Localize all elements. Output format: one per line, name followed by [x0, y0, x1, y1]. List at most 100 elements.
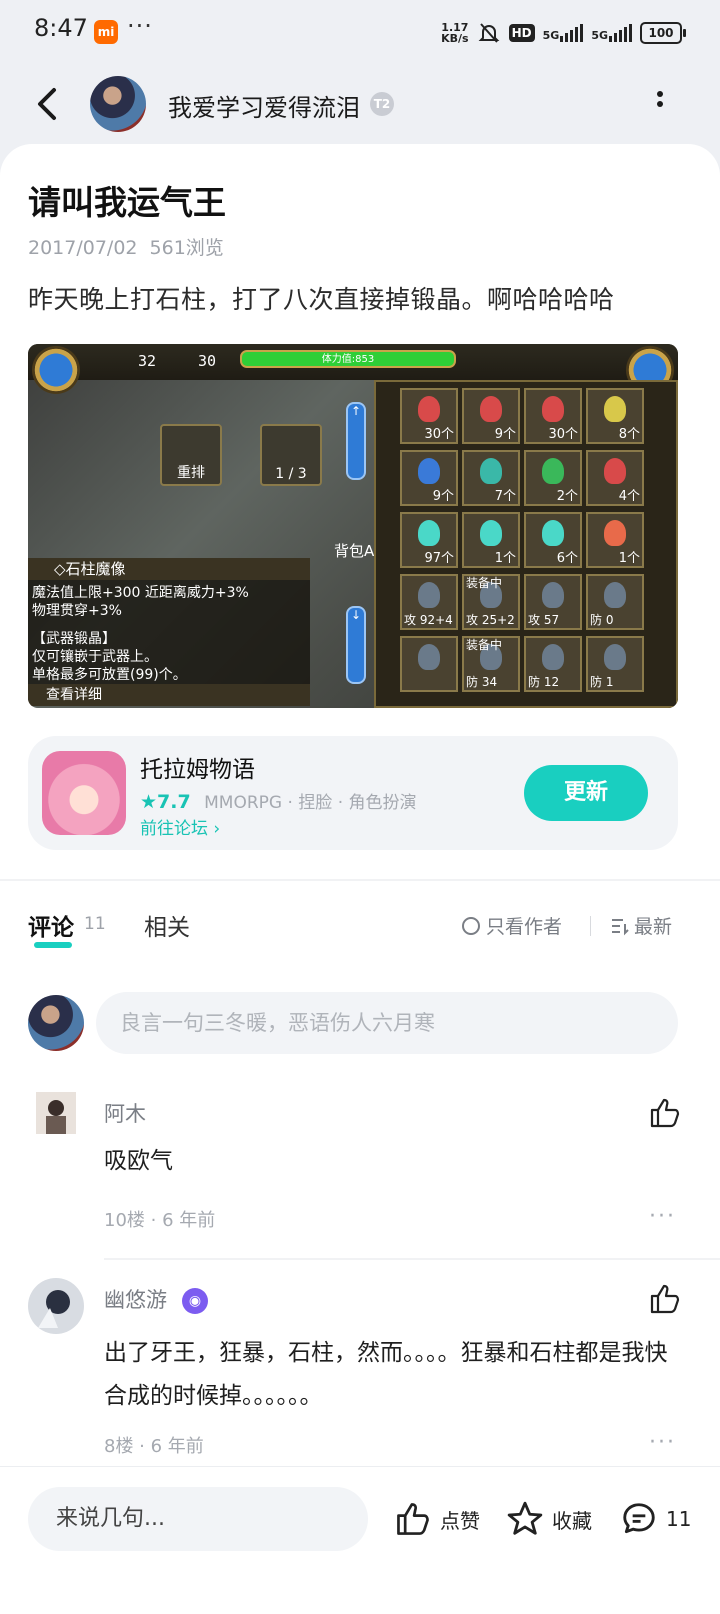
game-page-button: 1 / 3 [260, 424, 322, 486]
chevron-right-icon: › [213, 819, 221, 839]
slot-count: 1个 [618, 551, 640, 566]
slot-stat: 防 1 [590, 675, 614, 689]
status-bar: 8:47 mi ··· 1.17 KB/s HD 5G 5G 100 [0, 0, 720, 64]
game-tags: MMORPG · 捏脸 · 角色扮演 [204, 793, 417, 813]
forum-link[interactable]: 前往论坛 › [140, 814, 220, 839]
reply-input[interactable]: 来说几句... [28, 1487, 368, 1551]
tab-comments[interactable]: 评论 [28, 908, 74, 942]
signal-5g-2: 5G [591, 24, 632, 42]
equipment-icon [542, 582, 564, 608]
more-vertical-icon[interactable] [650, 86, 670, 122]
commenter-name[interactable]: 阿木 [104, 1098, 146, 1128]
post-views: 561浏览 [149, 237, 224, 259]
thumbs-up-icon[interactable] [648, 1096, 682, 1130]
inventory-slot: 6个 [524, 512, 582, 568]
game-item-line: 仅可镶嵌于武器上。 [32, 649, 158, 665]
comment-bubble-icon[interactable] [620, 1500, 658, 1538]
comment-floor: 10楼 [104, 1210, 145, 1231]
slot-stat: 攻 57 [528, 613, 560, 627]
slot-count: 9个 [432, 489, 454, 504]
slot-count: 8个 [618, 427, 640, 442]
collect-label[interactable]: 收藏 [552, 1505, 592, 1534]
network-speed-unit: KB/s [441, 32, 469, 45]
game-item-line: 【武器锻晶】 [32, 631, 116, 647]
author-avatar[interactable] [90, 76, 146, 132]
post-meta: 2017/07/02 561浏览 [28, 233, 224, 260]
inventory-slot: 9个 [400, 450, 458, 506]
comments-button[interactable]: 11 [620, 1497, 691, 1541]
slot-count: 6个 [556, 551, 578, 566]
comment-meta: 8楼 · 6 年前 [104, 1436, 204, 1457]
game-page-label: 1 / 3 [275, 466, 307, 482]
game-sort-label: 重排 [177, 465, 205, 481]
game-app-card[interactable]: 托拉姆物语 ★7.7 MMORPG · 捏脸 · 角色扮演 前往论坛 › 更新 [28, 736, 678, 850]
potion-icon [542, 458, 564, 484]
potion-icon [418, 458, 440, 484]
equipment-icon [542, 644, 564, 670]
potion-icon [542, 396, 564, 422]
tab-related[interactable]: 相关 [144, 908, 190, 942]
equipment-slot: 攻 92+4 [400, 574, 458, 630]
game-app-rating: ★7.7 MMORPG · 捏脸 · 角色扮演 [140, 788, 417, 813]
comment-more-icon[interactable]: ··· [649, 1204, 676, 1229]
equipment-icon [418, 582, 440, 608]
equipment-slot: 防 1 [586, 636, 644, 692]
inventory-slot: 4个 [586, 450, 644, 506]
game-app-name[interactable]: 托拉姆物语 [140, 750, 255, 784]
comment-more-icon[interactable]: ··· [649, 1430, 676, 1455]
potion-icon [542, 520, 564, 546]
star-outline-icon[interactable] [506, 1500, 544, 1538]
hd-voice-icon: HD [508, 24, 535, 42]
inventory-slot: 1个 [462, 512, 520, 568]
comment-time: 6 年前 [150, 1436, 204, 1457]
inventory-slot: 30个 [524, 388, 582, 444]
equipment-slot: 装备中防 34 [462, 636, 520, 692]
inventory-slot: 7个 [462, 450, 520, 506]
sort-latest[interactable]: 最新 [610, 912, 672, 939]
author-name[interactable]: 我爱学习爱得流泪 [168, 88, 360, 123]
signal-5g-1: 5G [543, 24, 584, 42]
radio-circle-icon[interactable] [462, 916, 480, 935]
collect-button[interactable]: 收藏 [506, 1497, 592, 1541]
game-sort-button: 重排 [160, 424, 222, 486]
post-body: 昨天晚上打石柱，打了八次直接掉锻晶。啊哈哈哈哈 [28, 285, 615, 314]
equipped-label: 装备中 [466, 576, 503, 590]
sort-latest-label[interactable]: 最新 [634, 912, 672, 939]
commenter-name[interactable]: 幽悠游 [104, 1284, 167, 1314]
post-image[interactable]: 32 30 体力值:853 重排 1 / 3 ↑ ↓ 背包A 30个 9个 30个 8… [28, 344, 678, 708]
game-level: 32 [138, 352, 157, 370]
my-avatar [28, 995, 84, 1051]
commenter-avatar[interactable] [28, 1278, 84, 1334]
equipment-icon [418, 644, 440, 670]
comment-input[interactable]: 良言一句三冬暖，恶语伤人六月寒 [96, 992, 678, 1054]
back-arrow-icon[interactable] [32, 84, 62, 124]
inventory-slot: 8个 [586, 388, 644, 444]
only-author-toggle[interactable]: 只看作者 [462, 912, 562, 939]
inventory-slot: 97个 [400, 512, 458, 568]
comments-count: 11 [84, 914, 106, 934]
like-button[interactable]: 点赞 [394, 1497, 480, 1541]
update-button[interactable]: 更新 [524, 765, 648, 821]
game-bag-label: 背包A [334, 542, 375, 560]
forum-link-label[interactable]: 前往论坛 [140, 819, 208, 839]
like-label[interactable]: 点赞 [440, 1505, 480, 1534]
comments-count-label[interactable]: 11 [666, 1507, 691, 1531]
post-card: 请叫我运气王 2017/07/02 561浏览 昨天晚上打石柱，打了八次直接掉锻晶… [0, 144, 720, 1614]
comment-text: 吸欧气 [104, 1148, 173, 1174]
sort-icon[interactable] [610, 916, 630, 936]
slot-count: 30个 [424, 427, 454, 442]
only-author-label[interactable]: 只看作者 [486, 912, 562, 939]
game-item-line: 魔法值上限+300 近距离威力+3% [32, 585, 249, 601]
inventory-slot: 2个 [524, 450, 582, 506]
thumbs-up-icon[interactable] [648, 1282, 682, 1316]
slot-stat: 防 12 [528, 675, 560, 689]
comment-item: 幽悠游 ◉ 出了牙王，狂暴，石柱，然而。。。。狂暴和石柱都是我快合成的时候掉。。… [28, 1278, 688, 1478]
slot-count: 97个 [424, 551, 454, 566]
battery-icon: 100 [640, 22, 686, 44]
signal-5g-1-label: 5G [542, 29, 560, 42]
thumbs-up-icon[interactable] [394, 1500, 432, 1538]
potion-icon [418, 520, 440, 546]
game-app-icon[interactable] [42, 751, 126, 835]
commenter-avatar[interactable] [28, 1092, 84, 1148]
equipment-slot [400, 636, 458, 692]
